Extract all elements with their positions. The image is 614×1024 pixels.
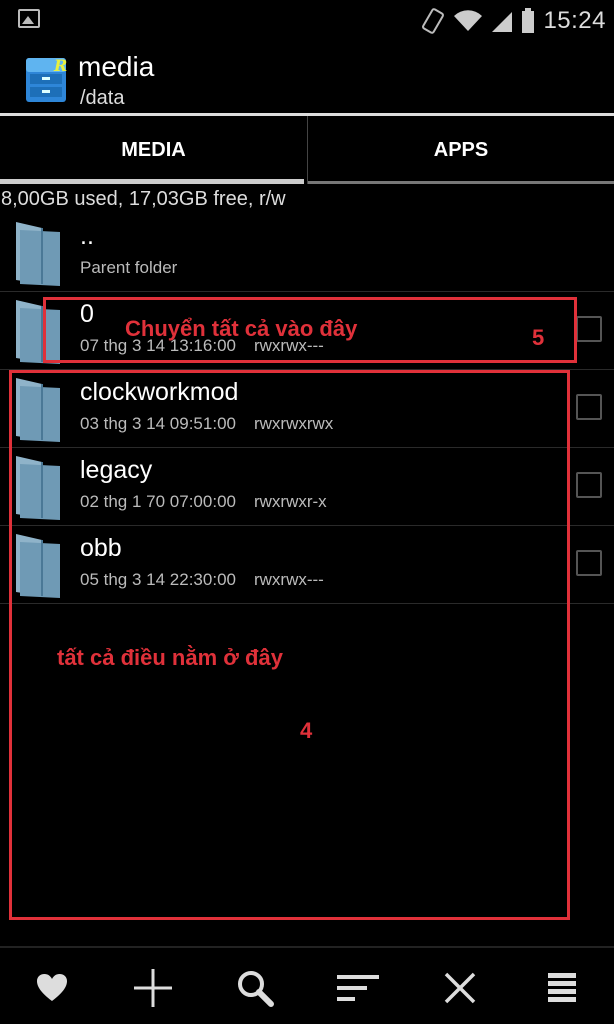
- select-checkbox[interactable]: [576, 550, 602, 576]
- search-icon: [238, 971, 274, 1007]
- app-title: media: [78, 51, 155, 82]
- battery-icon: [522, 8, 535, 33]
- folder-icon: [16, 222, 60, 286]
- signal-icon: [492, 12, 513, 32]
- status-icons: 15:24: [421, 4, 606, 38]
- menu-button[interactable]: [540, 966, 584, 1010]
- annotation-number-4: 4: [300, 718, 313, 743]
- tab-apps[interactable]: APPS: [307, 116, 614, 184]
- app-bar: R media /data: [0, 41, 614, 115]
- menu-icon: [548, 973, 576, 1002]
- sort-icon: [337, 975, 379, 1001]
- select-checkbox[interactable]: [576, 472, 602, 498]
- bottom-toolbar: [0, 946, 614, 1024]
- current-path: /data: [80, 87, 125, 109]
- root-explorer-logo-icon[interactable]: R: [24, 54, 68, 104]
- search-button[interactable]: [233, 966, 277, 1010]
- wifi-icon: [454, 10, 483, 32]
- heart-icon: [37, 974, 67, 1001]
- status-bar: 15:24: [0, 0, 614, 41]
- svg-text:R: R: [53, 56, 67, 75]
- close-button[interactable]: [438, 966, 482, 1010]
- sort-button[interactable]: [336, 966, 380, 1010]
- status-time: 15:24: [543, 7, 606, 34]
- storage-info: 8,00GB used, 17,03GB free, r/w: [1, 188, 286, 210]
- select-checkbox[interactable]: [576, 316, 602, 342]
- plus-icon: [134, 969, 172, 1007]
- file-meta: Parent folder: [80, 258, 178, 277]
- favorites-button[interactable]: [30, 966, 74, 1010]
- list-item-parent-folder[interactable]: .. Parent folder: [0, 214, 614, 292]
- annotation-number-5: 5: [532, 325, 545, 350]
- annotation-move-here: Chuyển tất cả vào đây: [125, 316, 358, 341]
- select-checkbox[interactable]: [576, 394, 602, 420]
- vibrate-icon: [422, 8, 445, 34]
- annotation-all-here: tất cả điều nằm ở đây: [57, 645, 283, 670]
- tab-media[interactable]: MEDIA: [0, 116, 307, 184]
- file-name: ..: [80, 222, 94, 250]
- new-button[interactable]: [131, 966, 175, 1010]
- close-icon: [444, 972, 476, 1004]
- tab-bar: MEDIA APPS: [0, 116, 614, 184]
- gallery-notification-icon: [18, 9, 40, 28]
